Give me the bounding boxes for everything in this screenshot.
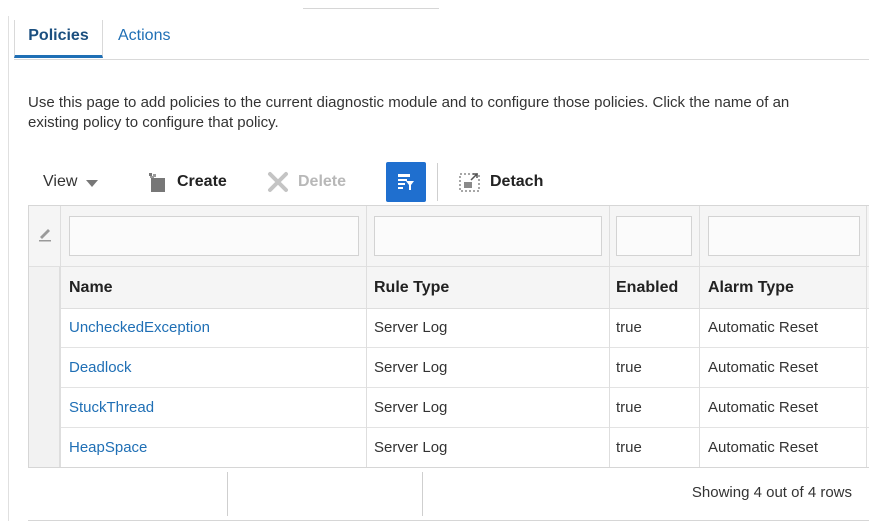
enabled-cell: true	[616, 399, 642, 416]
policies-page: Policies Actions Use this page to add po…	[0, 0, 869, 521]
enabled-filter-input[interactable]	[616, 216, 692, 256]
create-label: Create	[177, 173, 227, 190]
detach-window-icon	[458, 171, 482, 193]
column-divider	[699, 206, 700, 467]
enabled-cell: true	[616, 319, 642, 336]
rule-type-filter-input[interactable]	[374, 216, 602, 256]
row-gutter	[29, 348, 60, 388]
rule-type-cell: Server Log	[374, 439, 448, 456]
alarm-type-cell: Automatic Reset	[708, 359, 819, 376]
table-header: Name Rule Type Enabled Alarm Type	[29, 267, 869, 309]
column-divider	[609, 206, 610, 467]
tab-bar: Policies Actions	[14, 20, 869, 60]
delete-button[interactable]: Delete	[266, 160, 346, 204]
enabled-cell: true	[616, 359, 642, 376]
page-description: Use this page to add policies to the cur…	[28, 94, 790, 131]
footer-separator	[422, 472, 423, 516]
alarm-type-cell: Automatic Reset	[708, 399, 819, 416]
row-gutter	[29, 308, 60, 348]
policy-name-link[interactable]: StuckThread	[69, 388, 154, 428]
filter-icon	[396, 172, 416, 192]
create-button[interactable]: Create	[147, 160, 227, 204]
table-row[interactable]: HeapSpace Server Log true Automatic Rese…	[29, 428, 869, 467]
rule-type-cell: Server Log	[374, 399, 448, 416]
column-divider	[60, 206, 61, 467]
enabled-cell: true	[616, 439, 642, 456]
row-gutter	[29, 428, 60, 467]
column-divider	[866, 206, 867, 467]
alarm-type-filter-input[interactable]	[708, 216, 860, 256]
column-header-name[interactable]: Name	[69, 267, 113, 308]
detach-button[interactable]: Detach	[458, 160, 543, 204]
row-count-status: Showing 4 out of 4 rows	[691, 484, 852, 501]
row-gutter	[29, 388, 60, 428]
new-document-icon	[147, 171, 169, 193]
column-divider	[366, 206, 367, 467]
table-footer: Showing 4 out of 4 rows	[28, 468, 869, 521]
rule-type-cell: Server Log	[374, 319, 448, 336]
column-header-rule-type[interactable]: Rule Type	[374, 267, 449, 308]
detach-label: Detach	[490, 173, 544, 190]
table-row[interactable]: StuckThread Server Log true Automatic Re…	[29, 388, 869, 428]
left-divider	[8, 16, 9, 521]
view-menu-button[interactable]: View	[43, 160, 99, 204]
policy-name-link[interactable]: UncheckedException	[69, 308, 210, 348]
chevron-down-icon	[86, 179, 99, 187]
pencil-icon	[38, 226, 52, 247]
query-by-example-button[interactable]	[386, 162, 426, 202]
delete-x-icon	[266, 171, 290, 193]
toolbar-separator	[437, 163, 438, 201]
name-filter-input[interactable]	[69, 216, 359, 256]
top-divider	[303, 8, 439, 9]
table-toolbar: View Create Delete Detach	[28, 160, 648, 204]
column-header-enabled[interactable]: Enabled	[616, 267, 678, 308]
rule-type-cell: Server Log	[374, 359, 448, 376]
header-gutter	[29, 267, 60, 308]
policy-name-link[interactable]: Deadlock	[69, 348, 132, 388]
column-header-alarm-type[interactable]: Alarm Type	[708, 267, 794, 308]
delete-label: Delete	[298, 173, 347, 190]
view-label: View	[43, 173, 78, 190]
tab-actions[interactable]: Actions	[118, 20, 170, 58]
policy-name-link[interactable]: HeapSpace	[69, 428, 147, 467]
footer-separator	[227, 472, 228, 516]
table-row[interactable]: Deadlock Server Log true Automatic Reset	[29, 348, 869, 388]
tab-policies[interactable]: Policies	[14, 20, 103, 58]
alarm-type-cell: Automatic Reset	[708, 439, 819, 456]
policies-table: Name Rule Type Enabled Alarm Type Unchec…	[28, 205, 869, 468]
filter-row	[29, 206, 869, 267]
table-row[interactable]: UncheckedException Server Log true Autom…	[29, 308, 869, 348]
alarm-type-cell: Automatic Reset	[708, 319, 819, 336]
